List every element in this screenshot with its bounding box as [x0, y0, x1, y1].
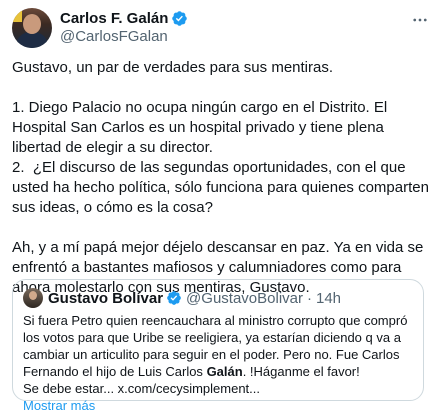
quoted-text: Si fuera Petro quien reencauchara al min… — [23, 312, 413, 397]
author-info: Carlos F. Galán @CarlosFGalan — [60, 8, 188, 46]
quoted-handle[interactable]: @GustavoBolivar — [186, 290, 303, 307]
quoted-avatar[interactable] — [23, 288, 43, 308]
avatar[interactable] — [12, 8, 52, 48]
tweet-header: Carlos F. Galán @CarlosFGalan — [12, 8, 428, 48]
author-display-name[interactable]: Carlos F. Galán — [60, 10, 168, 27]
quoted-post[interactable]: Gustavo Bolívar @GustavoBolivar · 14h Si… — [12, 279, 424, 413]
quoted-header: Gustavo Bolívar @GustavoBolivar · 14h — [23, 288, 413, 308]
author-handle[interactable]: @CarlosFGalan — [60, 28, 188, 46]
more-horizontal-icon[interactable] — [410, 10, 430, 30]
post-text: Gustavo, un par de verdades para sus men… — [12, 59, 429, 296]
quoted-time[interactable]: 14h — [316, 290, 341, 307]
tweet-card: Carlos F. Galán @CarlosFGalan Gustavo, u… — [0, 0, 444, 414]
verified-badge-icon — [172, 10, 188, 26]
quoted-separator: · — [307, 289, 312, 307]
quoted-display-name[interactable]: Gustavo Bolívar — [48, 290, 163, 307]
quoted-verified-badge-icon — [167, 291, 181, 305]
show-more-link[interactable]: Mostrar más — [23, 397, 413, 414]
quoted-text-bold: Galán — [206, 364, 243, 379]
